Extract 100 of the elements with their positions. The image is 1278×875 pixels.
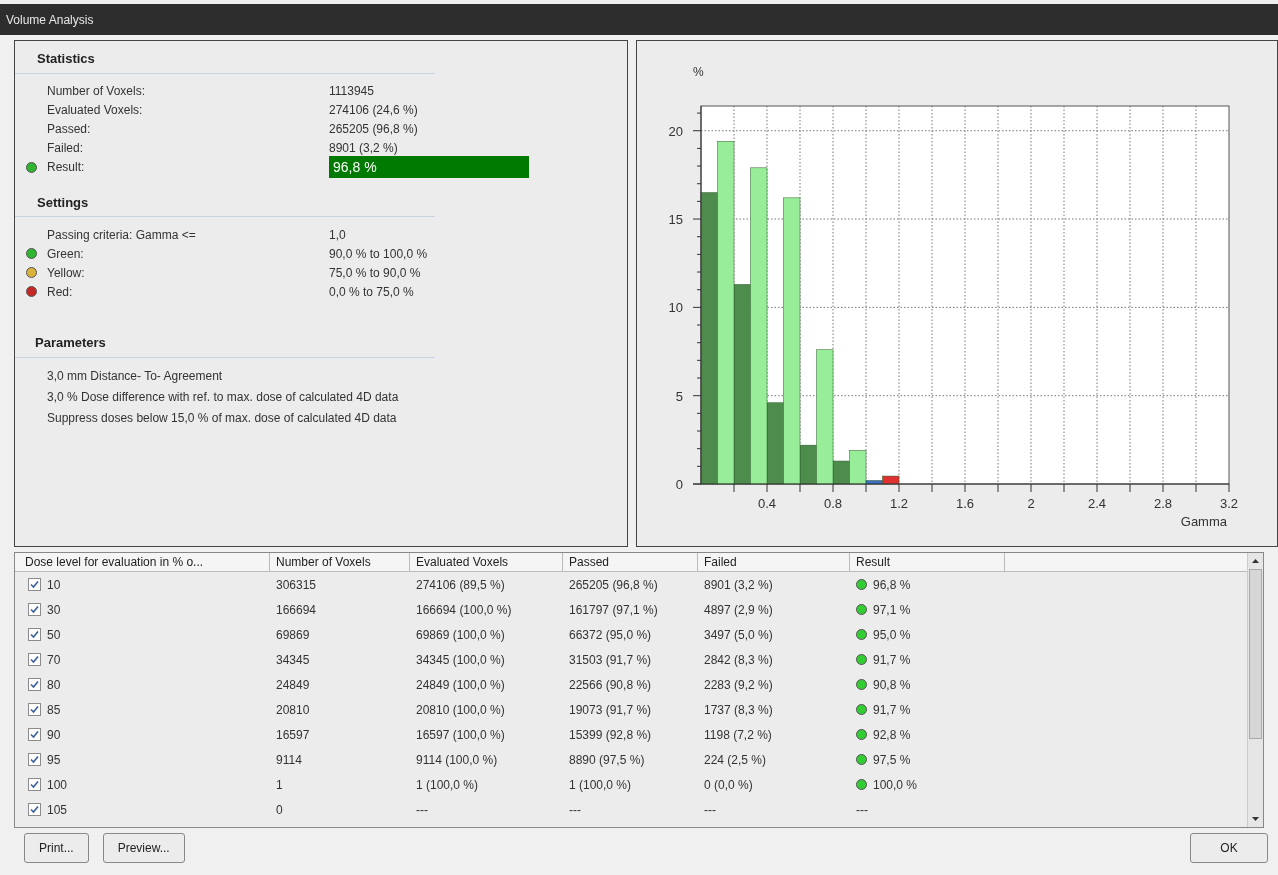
table-cell-text: 91,7 % [873, 651, 911, 669]
x-tick-label: 0.4 [757, 496, 777, 511]
table-cell-text: 100,0 % [873, 776, 918, 794]
table-cell-text: 1737 (8,3 %) [704, 701, 773, 719]
column-header[interactable]: Failed [698, 553, 850, 571]
x-tick-label: 1.2 [889, 496, 909, 511]
stat-value: 1113945 [329, 83, 374, 100]
column-header[interactable]: Passed [563, 553, 698, 571]
table-cell-text: 224 (2,5 %) [704, 751, 767, 769]
table-cell-text: 8890 (97,5 %) [569, 751, 645, 769]
result-value: 96,8 % [329, 156, 529, 178]
stat-label: Yellow: [47, 264, 86, 282]
row-checkbox[interactable] [28, 778, 41, 791]
section-heading: Parameters [15, 333, 435, 358]
x-axis-label: Gamma [1180, 514, 1227, 529]
table-cell-text: 15399 (92,8 %) [569, 726, 652, 744]
x-tick-label: 3.2 [1219, 496, 1239, 511]
stat-label: Failed: [47, 140, 85, 157]
row-checkbox[interactable] [28, 653, 41, 666]
table-cell-text: 166694 (100,0 %) [416, 601, 512, 619]
table-cell-text: 20810 [276, 701, 310, 719]
table-cell-text: 91,7 % [873, 701, 911, 719]
table-cell-text: 22566 (90,8 %) [569, 676, 652, 694]
table-cell-text: --- [704, 801, 716, 819]
row-checkbox[interactable] [28, 678, 41, 691]
x-tick-label: 0.8 [823, 496, 843, 511]
table-cell-text: 19073 (91,7 %) [569, 701, 652, 719]
check-icon [30, 755, 39, 764]
section-heading: Statistics [15, 41, 435, 74]
x-tick-label: 2.8 [1153, 496, 1173, 511]
table-cell-text: 16597 [276, 726, 310, 744]
row-checkbox[interactable] [28, 603, 41, 616]
stat-label: Result: [47, 159, 86, 176]
table-cell-text: --- [856, 801, 868, 819]
table-cell-text: 1198 (7,2 %) [704, 726, 772, 744]
stat-value: 274106 (24,6 %) [329, 102, 418, 119]
stat-value: 1,0 [329, 226, 346, 244]
table-cell-text: 69869 [276, 626, 310, 644]
check-icon [30, 580, 39, 589]
up-arrow-icon[interactable] [1252, 559, 1259, 563]
column-header[interactable]: Number of Voxels [270, 553, 410, 571]
table-cell-text: 90 [47, 726, 61, 744]
check-icon [30, 805, 39, 814]
table-cell-text: 3497 (5,0 %) [704, 626, 773, 644]
table-cell-text: 80 [47, 676, 61, 694]
row-checkbox[interactable] [28, 578, 41, 591]
stat-value: 265205 (96,8 %) [329, 121, 418, 138]
y-tick-label: 10 [668, 300, 683, 316]
table-cell-text: 24849 (100,0 %) [416, 676, 505, 694]
row-checkbox[interactable] [28, 803, 41, 816]
y-axis-label: % [693, 65, 704, 79]
row-checkbox[interactable] [28, 628, 41, 641]
table-cell-text: 8901 (3,2 %) [704, 576, 773, 594]
column-header[interactable]: Result [850, 553, 1005, 571]
table-cell-text: 2842 (8,3 %) [704, 651, 773, 669]
scrollbar-thumb[interactable] [1249, 569, 1262, 739]
down-arrow-icon[interactable] [1252, 817, 1259, 821]
stat-label: Evaluated Voxels: [47, 102, 144, 119]
stat-label: Passed: [47, 121, 92, 138]
table-cell-text: 161797 (97,1 %) [569, 601, 658, 619]
check-icon [30, 680, 39, 689]
y-tick-label: 20 [668, 123, 683, 139]
row-checkbox[interactable] [28, 703, 41, 716]
row-checkbox[interactable] [28, 728, 41, 741]
table-cell-text: 30 [47, 601, 61, 619]
stat-value: 0,0 % to 75,0 % [329, 283, 414, 301]
table-cell-text: 2283 (9,2 %) [704, 676, 773, 694]
y-tick-label: 0 [675, 477, 683, 492]
table-cell-text: 9114 (100,0 %) [416, 751, 498, 769]
dialog-button[interactable]: Print... [24, 833, 89, 863]
table-cell-text: 85 [47, 701, 61, 719]
section-heading: Settings [15, 184, 435, 217]
dialog-button[interactable]: Preview... [102, 833, 185, 863]
parameter-text: 3,0 % Dose difference with ref. to max. dose of calculated 4D data [47, 389, 399, 406]
table-cell-text: 0 [276, 801, 283, 819]
table-cell-text: 50 [47, 626, 61, 644]
x-tick-label: 2.4 [1087, 496, 1107, 511]
stat-value: 90,0 % to 100,0 % [329, 245, 428, 263]
table-cell-text: 4897 (2,9 %) [704, 601, 773, 619]
table-cell-text: 34345 (100,0 %) [416, 651, 505, 669]
table-cell-text: 20810 (100,0 %) [416, 701, 505, 719]
table-cell-text: 100 [47, 776, 68, 794]
table-cell-text: 274106 (89,5 %) [416, 576, 505, 594]
table-cell-text: 96,8 % [873, 576, 911, 594]
parameter-text: Suppress doses below 15,0 % of max. dose of calculated 4D data [47, 410, 397, 427]
check-icon [30, 655, 39, 664]
y-tick-label: 15 [668, 212, 683, 228]
parameter-text: 3,0 mm Distance- To- Agreement [47, 368, 223, 385]
column-header[interactable]: Evaluated Voxels [410, 553, 563, 571]
table-cell-text: --- [416, 801, 428, 819]
table-cell-text: 95 [47, 751, 61, 769]
table-cell-text: 306315 [276, 576, 317, 594]
table-cell-text: 97,1 % [873, 601, 911, 619]
table-cell-text: 90,8 % [873, 676, 911, 694]
dialog-button[interactable]: OK [1190, 833, 1268, 863]
stat-label: Green: [47, 245, 85, 263]
row-checkbox[interactable] [28, 753, 41, 766]
column-header[interactable]: Dose level for evaluation in % o... [15, 553, 270, 571]
stat-label: Red: [47, 283, 74, 301]
scrollbar[interactable] [1247, 553, 1263, 827]
